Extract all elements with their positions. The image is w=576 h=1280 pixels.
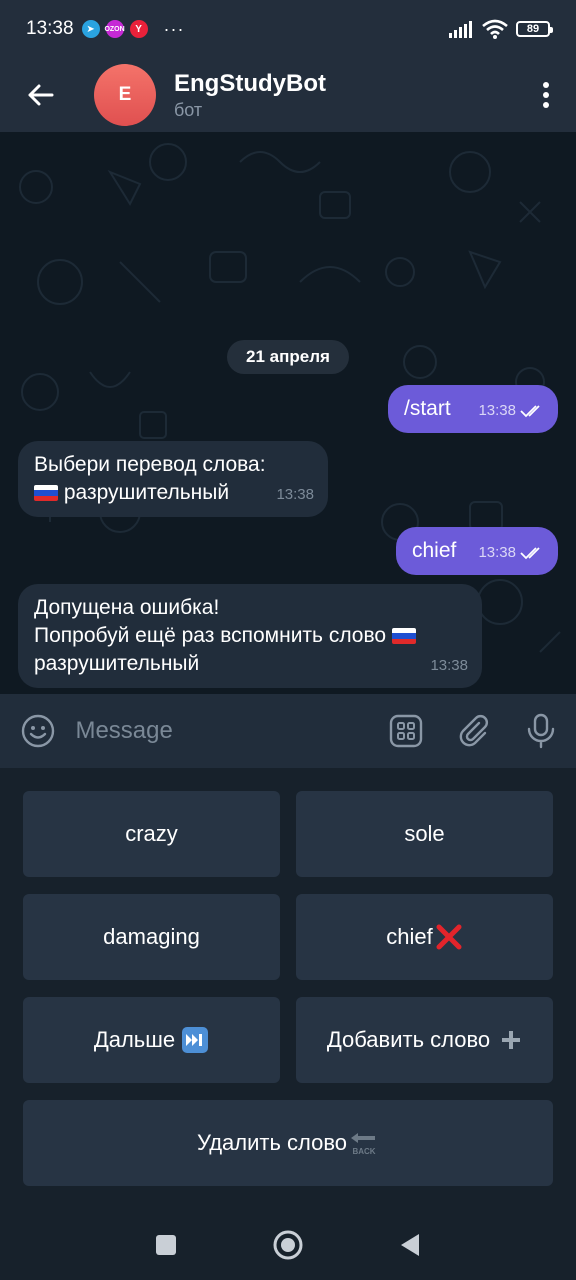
emoji-button[interactable]: [0, 694, 75, 768]
message-time: 13:38: [276, 486, 314, 503]
paperclip-icon: [459, 715, 488, 747]
battery-indicator: 89: [516, 21, 553, 37]
answer-button-sole[interactable]: sole: [296, 791, 553, 877]
chat-subtitle: бот: [174, 100, 203, 120]
home-button[interactable]: [268, 1225, 308, 1265]
status-bar: 13:38 ➤ OZON Y ··· 89: [0, 0, 576, 58]
message-input[interactable]: [75, 717, 386, 745]
button-label: chief: [386, 924, 433, 949]
microphone-icon: [528, 713, 555, 749]
home-circle-icon: [273, 1230, 303, 1260]
chat-header: E EngStudyBot бот: [0, 58, 576, 132]
message-time: 13:38: [430, 657, 468, 674]
message-meta: 13:38: [478, 397, 544, 425]
double-check-icon: [520, 547, 540, 560]
chat-title: EngStudyBot: [174, 70, 326, 97]
answer-button-crazy[interactable]: crazy: [23, 791, 280, 877]
triangle-back-icon: [401, 1234, 419, 1256]
chat-title-block[interactable]: EngStudyBot бот: [174, 69, 516, 121]
signal-icon: [449, 21, 472, 38]
bot-reply-keyboard: crazy sole damaging chief Дальше Добавит…: [0, 768, 576, 1210]
button-label: crazy: [125, 821, 178, 846]
message-word: разрушительный: [63, 481, 230, 504]
message-text: /start: [404, 397, 451, 420]
button-label: Дальше: [93, 1027, 176, 1052]
vertical-dots-icon: [543, 82, 549, 108]
russian-flag-icon: [391, 628, 416, 644]
message-text: Попробуй ещё раз вспомнить слово: [34, 624, 387, 647]
square-icon: [156, 1235, 176, 1255]
answer-button-chief[interactable]: chief: [296, 894, 553, 980]
yandex-notification-icon: Y: [129, 20, 148, 38]
message-meta: 13:38: [478, 539, 544, 567]
button-label: sole: [404, 821, 445, 846]
smiley-icon: [21, 714, 54, 748]
plus-icon: [502, 1031, 521, 1049]
add-word-button[interactable]: Добавить слово: [296, 997, 553, 1083]
next-button[interactable]: Дальше: [23, 997, 280, 1083]
date-separator: 21 апреля: [227, 340, 349, 374]
back-button[interactable]: [0, 58, 80, 132]
more-options-button[interactable]: [516, 58, 576, 132]
message-text: chief: [412, 539, 457, 562]
status-time: 13:38: [26, 18, 74, 39]
message-bubble-incoming[interactable]: Выбери перевод слова: разрушительный 13:…: [18, 441, 328, 517]
double-check-icon: [520, 405, 540, 418]
more-notifications-icon: ···: [163, 18, 185, 39]
system-navigation-bar: [0, 1210, 576, 1280]
message-bubble-outgoing[interactable]: chief 13:38: [396, 527, 558, 575]
fast-forward-icon: [182, 1027, 209, 1053]
telegram-notification-icon: ➤: [81, 20, 100, 38]
wifi-icon: [482, 19, 508, 39]
message-bubble-incoming[interactable]: Допущена ошибка! Попробуй ещё раз вспомн…: [18, 584, 482, 688]
button-label: damaging: [103, 924, 200, 949]
button-label: Добавить слово: [326, 1027, 491, 1052]
chat-area[interactable]: 21 апреля /start 13:38 Выбери перевод сл…: [0, 132, 576, 694]
voice-button[interactable]: [521, 694, 563, 768]
message-meta: 13:38: [276, 481, 314, 509]
message-bubble-outgoing[interactable]: /start 13:38: [388, 385, 558, 433]
message-time: 13:38: [478, 544, 516, 561]
message-text: Допущена ошибка!: [34, 596, 220, 619]
message-text: Выбери перевод слова:: [34, 453, 266, 476]
bot-avatar[interactable]: E: [94, 64, 156, 126]
message-word: разрушительный: [34, 652, 200, 675]
recents-button[interactable]: [146, 1225, 186, 1265]
bot-keyboard-button[interactable]: [385, 694, 427, 768]
delete-word-button[interactable]: Удалить слово BACK: [23, 1100, 553, 1186]
keyboard-grid-icon: [390, 714, 423, 748]
button-label: Удалить слово: [196, 1130, 348, 1155]
russian-flag-icon: [34, 485, 58, 501]
message-input-bar: [0, 694, 576, 768]
svg-text:BACK: BACK: [352, 1147, 375, 1156]
ozon-notification-icon: OZON: [104, 20, 125, 38]
answer-button-damaging[interactable]: damaging: [23, 894, 280, 980]
message-meta: 13:38: [430, 652, 468, 680]
message-time: 13:38: [478, 402, 516, 419]
back-arrow-emoji-icon: BACK: [351, 1133, 376, 1156]
back-arrow-icon: [28, 84, 54, 106]
system-back-button[interactable]: [390, 1225, 430, 1265]
cross-mark-icon: [436, 924, 462, 950]
attach-button[interactable]: [453, 694, 495, 768]
